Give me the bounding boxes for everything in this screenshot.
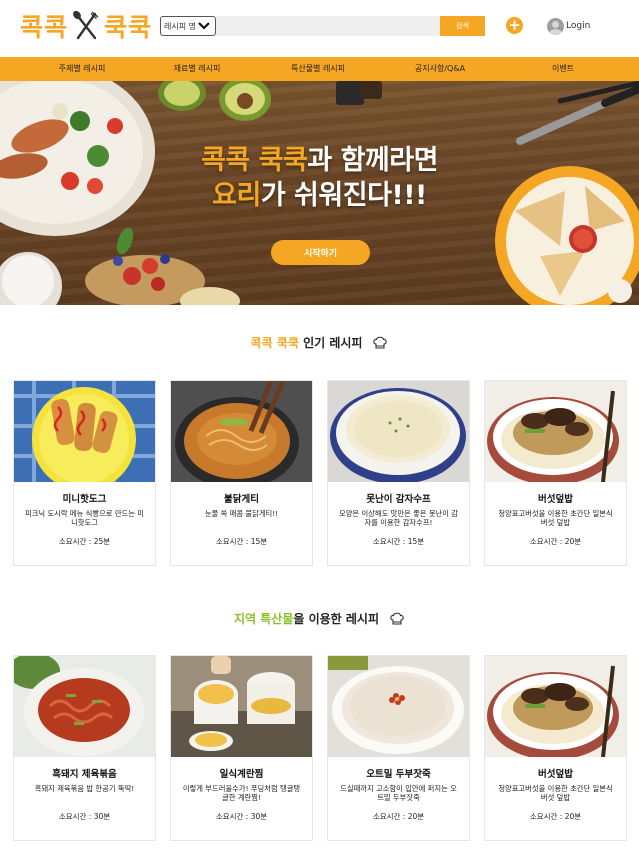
recipe-photo [485,381,626,482]
spoon-fork-icon [73,10,99,40]
recipe-card[interactable]: 버섯덮밥 청양표고버섯을 이용한 초간단 일본식 버섯 덮밥 소요시간 : 20… [484,655,627,841]
recipe-photo [328,381,469,482]
recipe-desc: 모양은 이상해도 맛만은 좋은 못난이 감자를 이용한 감자수프! [338,509,458,527]
recipe-desc: 청양표고버섯을 이용한 초간단 일본식 버섯 덮밥 [498,509,613,527]
recipe-card[interactable]: 못난이 감자수프 모양은 이상해도 맛만은 좋은 못난이 감자를 이용한 감자수… [327,380,470,566]
regional-title-highlight: 지역 특산물 [233,612,294,626]
login-link[interactable]: Login [547,17,590,35]
nav-item-notice[interactable]: 공지사항/Q&A [415,57,465,81]
nav-item-specialty[interactable]: 특산물별 레시피 [291,57,345,81]
search-category-value: 레시피 명 [164,21,196,31]
recipe-card[interactable]: 버섯덮밥 청양표고버섯을 이용한 초간단 일본식 버섯 덮밥 소요시간 : 20… [484,380,627,566]
recipe-name: 일식계란찜 [219,769,264,780]
chevron-down-icon [198,22,210,30]
recipe-name: 버섯덮밥 [538,494,573,505]
start-button[interactable]: 시작하기 [271,240,370,265]
recipe-card[interactable]: 미니핫도그 피크닉 도시락 메뉴 식빵으로 만드는 미니핫도그 소요시간 : 2… [13,380,156,566]
recipe-time: 소요시간 : 30분 [58,812,111,821]
hero-banner: 콕콕 쿡쿡과 함께라면 요리가 쉬워진다!!! 시작하기 [0,81,639,305]
site-header: 콕콕 쿡쿡 레시피 명 검색 + Login [0,0,639,57]
recipe-time: 소요시간 : 30분 [215,812,268,821]
chef-hat-icon [390,612,404,625]
recipe-photo [171,656,312,757]
nav-item-ingredient[interactable]: 재료별 레시피 [174,57,221,81]
search-button[interactable]: 검색 [440,16,485,36]
recipe-desc: 청양표고버섯을 이용한 초간단 일본식 버섯 덮밥 [498,784,613,802]
recipe-name: 못난이 감자수프 [366,494,431,505]
hero-brand-text: 콕콕 쿡쿡 [201,145,308,176]
recipe-time: 소요시간 : 15분 [215,537,268,546]
hero-headline-2-rest: 가 쉬워진다!!! [260,180,428,211]
hero-headline-2: 요리가 쉬워진다!!! [0,173,639,212]
search-input[interactable] [216,16,440,36]
recipe-name: 미니핫도그 [62,494,107,505]
recipe-photo [14,381,155,482]
recipe-name: 오트밀 두부잣죽 [366,769,431,780]
main-nav: 주제별 레시피 재료별 레시피 특산물별 레시피 공지사항/Q&A 이벤트 [0,57,639,81]
recipe-name: 흑돼지 제육볶음 [52,769,117,780]
recipe-card[interactable]: 일식계란찜 이렇게 부드러울수가! 푸딩처럼 탱글탱글한 계란찜! 소요시간 :… [170,655,313,841]
recipe-time: 소요시간 : 25분 [58,537,111,546]
logo-text-left: 콕콕 [20,13,69,42]
recipe-desc: 눈물 쏙 매콤 불닭게티!! [204,509,279,518]
nav-item-event[interactable]: 이벤트 [552,57,574,81]
recipe-time: 소요시간 : 20분 [529,537,582,546]
popular-title-highlight: 콕콕 쿡쿡 [250,336,299,350]
recipe-name: 불닭게티 [224,494,259,505]
recipe-desc: 이렇게 부드러울수가! 푸딩처럼 탱글탱글한 계란찜! [182,784,301,802]
login-label: Login [566,21,591,31]
hero-cook-text: 요리 [212,180,261,211]
hero-headline-1: 콕콕 쿡쿡과 함께라면 [0,138,639,177]
hero-headline-1-rest: 과 함께라면 [307,145,438,176]
recipe-name: 버섯덮밥 [538,769,573,780]
regional-section-title: 지역 특산물 을 이용한 레시피 [0,610,639,627]
regional-title-rest: 을 이용한 레시피 [293,612,380,626]
recipe-desc: 흑돼지 제육볶음 밥 한공기 뚝딱! [34,784,135,793]
search-category-select[interactable]: 레시피 명 [160,16,216,36]
chef-hat-icon [373,336,388,349]
recipe-card[interactable]: 불닭게티 눈물 쏙 매콤 불닭게티!! 소요시간 : 15분 [170,380,313,566]
recipe-time: 소요시간 : 20분 [529,812,582,821]
logo-text-right: 쿡쿡 [104,13,153,42]
recipe-card[interactable]: 오트밀 두부잣죽 드실때까지 고소함이 입안에 퍼지는 오트밀 두부잣죽 소요시… [327,655,470,841]
recipe-photo [485,656,626,757]
recipe-card[interactable]: 흑돼지 제육볶음 흑돼지 제육볶음 밥 한공기 뚝딱! 소요시간 : 30분 [13,655,156,841]
recipe-time: 소요시간 : 20분 [372,812,425,821]
recipe-photo [171,381,312,482]
recipe-time: 소요시간 : 15분 [372,537,425,546]
recipe-desc: 피크닉 도시락 메뉴 식빵으로 만드는 미니핫도그 [24,509,144,527]
nav-item-topic[interactable]: 주제별 레시피 [59,57,106,81]
popular-section-title: 콕콕 쿡쿡 인기 레시피 [0,334,639,351]
popular-title-rest: 인기 레시피 [298,336,363,350]
add-recipe-button[interactable]: + [506,17,523,34]
recipe-desc: 드실때까지 고소함이 입안에 퍼지는 오트밀 두부잣죽 [340,784,457,802]
recipe-photo [14,656,155,757]
site-logo[interactable]: 콕콕 쿡쿡 [20,8,152,44]
recipe-photo [328,656,469,757]
user-avatar-icon [547,17,564,35]
